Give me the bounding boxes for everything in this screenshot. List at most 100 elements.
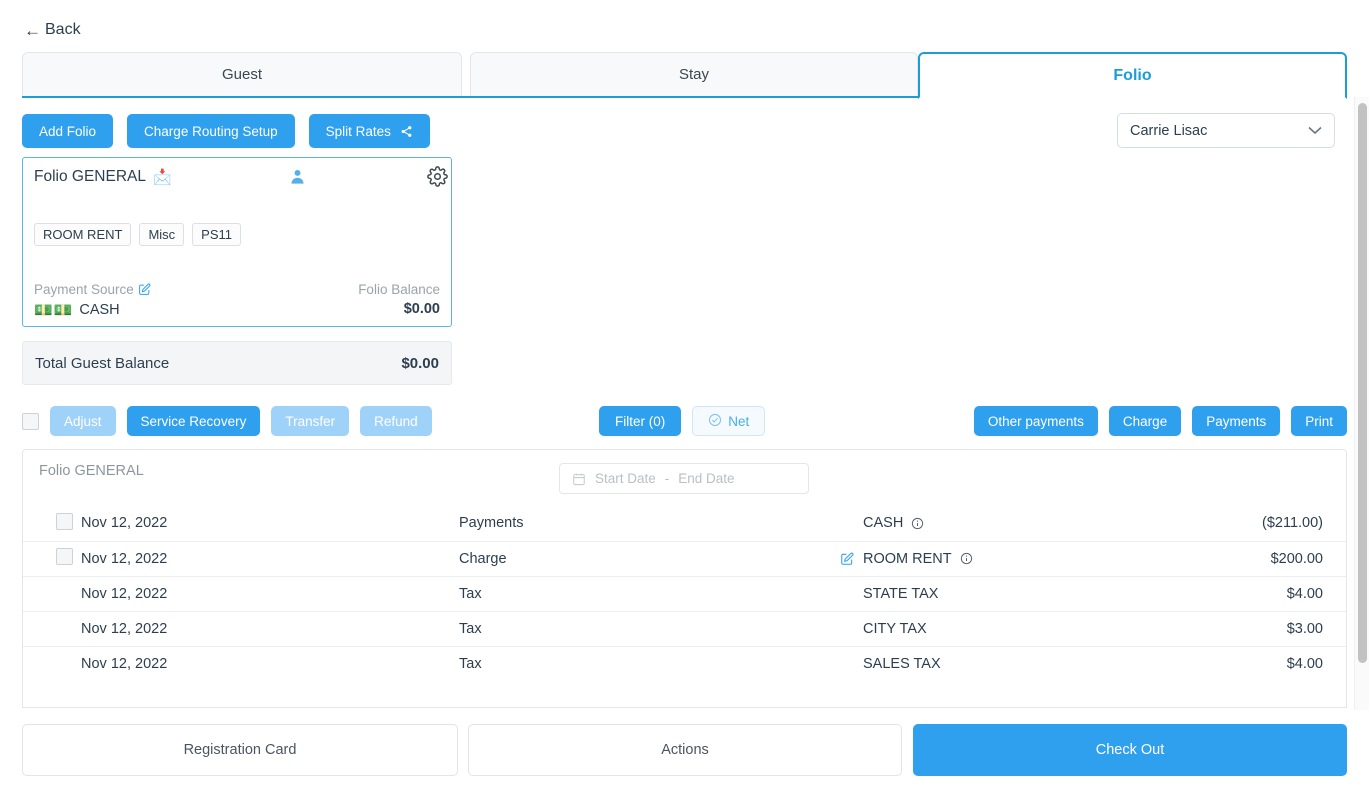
row-checkbox[interactable] — [56, 513, 73, 530]
chevron-down-icon — [1308, 124, 1322, 138]
toolbar-left-group: Adjust Service Recovery Transfer Refund — [22, 406, 432, 436]
service-recovery-label: Service Recovery — [141, 414, 247, 429]
add-folio-label: Add Folio — [39, 124, 96, 139]
adjust-label: Adjust — [64, 414, 102, 429]
folio-card: Folio GENERAL 📩 ROOM RENT Misc PS11 — [22, 157, 452, 327]
check-out-button[interactable]: Check Out — [913, 724, 1347, 776]
table-row[interactable]: Nov 12, 2022 Tax CITY TAX $3.00 — [23, 611, 1347, 646]
row-checkbox-cell — [23, 611, 81, 646]
refund-button[interactable]: Refund — [360, 406, 432, 436]
folio-toolbar: Add Folio Charge Routing Setup Split Rat… — [22, 114, 430, 148]
tab-guest[interactable]: Guest — [22, 52, 462, 97]
row-amount: $4.00 — [1219, 646, 1347, 681]
tab-folio-label: Folio — [1113, 67, 1151, 85]
split-rates-button[interactable]: Split Rates — [309, 114, 430, 148]
folio-card-title: Folio GENERAL 📩 — [34, 168, 172, 186]
envelope-icon[interactable]: 📩 — [153, 170, 172, 185]
page-scrollbar[interactable] — [1354, 97, 1369, 710]
filter-label: Filter (0) — [615, 414, 665, 429]
transaction-panel: Folio GENERAL Start Date - End Date — [22, 449, 1347, 708]
add-folio-button[interactable]: Add Folio — [22, 114, 113, 148]
payment-source-label: Payment Source — [34, 282, 151, 297]
bottom-action-bar: Registration Card Actions Check Out — [0, 710, 1369, 790]
date-range-separator: - — [665, 471, 670, 486]
table-row[interactable]: Nov 12, 2022 Charge ROOM RENT — [23, 541, 1347, 576]
service-recovery-button[interactable]: Service Recovery — [127, 406, 261, 436]
row-amount: $4.00 — [1219, 576, 1347, 611]
folio-balance-value: $0.00 — [404, 301, 440, 317]
other-payments-label: Other payments — [988, 414, 1084, 429]
row-checkbox-cell — [23, 576, 81, 611]
back-bar: ← Back — [0, 0, 1369, 50]
folio-chip-list: ROOM RENT Misc PS11 — [34, 223, 241, 246]
charge-button[interactable]: Charge — [1109, 406, 1181, 436]
tab-bar: Guest Stay Folio — [22, 52, 1347, 98]
adjust-button[interactable]: Adjust — [50, 406, 116, 436]
page-scrollbar-thumb[interactable] — [1358, 103, 1367, 663]
filter-button[interactable]: Filter (0) — [599, 406, 681, 436]
money-icon: 💵💵 — [34, 303, 73, 318]
row-type: Tax — [459, 576, 839, 611]
row-type: Tax — [459, 611, 839, 646]
row-date: Nov 12, 2022 — [81, 506, 459, 541]
row-checkbox-cell — [23, 506, 81, 541]
calendar-icon — [572, 472, 586, 486]
row-date: Nov 12, 2022 — [81, 576, 459, 611]
toolbar-middle-group: Filter (0) Net — [599, 406, 765, 436]
row-date: Nov 12, 2022 — [81, 646, 459, 681]
print-label: Print — [1305, 414, 1333, 429]
row-edit-icon[interactable] — [839, 552, 855, 566]
folio-chip[interactable]: ROOM RENT — [34, 223, 131, 246]
arrow-left-icon: ← — [24, 22, 41, 39]
info-icon[interactable] — [911, 517, 924, 530]
share-icon — [400, 125, 413, 138]
back-button[interactable]: ← Back — [24, 21, 81, 39]
tab-guest-label: Guest — [222, 66, 262, 83]
row-amount: $3.00 — [1219, 611, 1347, 646]
folio-chip[interactable]: PS11 — [192, 223, 241, 246]
total-guest-balance: Total Guest Balance $0.00 — [22, 341, 452, 385]
back-label: Back — [45, 21, 81, 39]
registration-card-button[interactable]: Registration Card — [22, 724, 458, 776]
toolbar-right-group: Other payments Charge Payments Print — [974, 406, 1347, 436]
total-guest-balance-value: $0.00 — [401, 355, 439, 372]
row-description: ROOM RENT — [863, 551, 952, 567]
end-date-input[interactable]: End Date — [678, 471, 734, 486]
row-description: STATE TAX — [863, 586, 938, 602]
print-button[interactable]: Print — [1291, 406, 1347, 436]
tab-folio[interactable]: Folio — [918, 52, 1347, 99]
table-row[interactable]: Nov 12, 2022 Tax STATE TAX $4.00 — [23, 576, 1347, 611]
select-all-checkbox[interactable] — [22, 413, 39, 430]
folio-chip[interactable]: Misc — [139, 223, 184, 246]
net-button[interactable]: Net — [692, 406, 765, 436]
payments-button[interactable]: Payments — [1192, 406, 1280, 436]
gear-icon[interactable] — [427, 166, 448, 192]
row-type: Payments — [459, 506, 839, 541]
registration-card-label: Registration Card — [184, 742, 297, 758]
payments-label: Payments — [1206, 414, 1266, 429]
charge-routing-setup-button[interactable]: Charge Routing Setup — [127, 114, 295, 148]
other-payments-button[interactable]: Other payments — [974, 406, 1098, 436]
transaction-panel-header: Folio GENERAL Start Date - End Date — [23, 450, 1346, 506]
actions-button[interactable]: Actions — [468, 724, 902, 776]
table-row[interactable]: Nov 12, 2022 Tax SALES TAX $4.00 — [23, 646, 1347, 681]
edit-icon[interactable] — [138, 283, 151, 296]
date-range-filter[interactable]: Start Date - End Date — [559, 463, 809, 494]
guest-select[interactable]: Carrie Lisac — [1117, 113, 1335, 148]
charge-routing-setup-label: Charge Routing Setup — [144, 124, 278, 139]
row-checkbox[interactable] — [56, 548, 73, 565]
row-checkbox-cell — [23, 646, 81, 681]
start-date-input[interactable]: Start Date — [595, 471, 656, 486]
tab-stay[interactable]: Stay — [470, 52, 918, 97]
actions-label: Actions — [661, 742, 709, 758]
row-date: Nov 12, 2022 — [81, 611, 459, 646]
table-row[interactable]: Nov 12, 2022 Payments CASH — [23, 506, 1347, 541]
row-description: CASH — [863, 515, 903, 531]
row-amount: $200.00 — [1219, 541, 1347, 576]
person-icon — [289, 167, 306, 190]
info-icon[interactable] — [960, 552, 973, 565]
row-date: Nov 12, 2022 — [81, 541, 459, 576]
transfer-button[interactable]: Transfer — [271, 406, 349, 436]
total-guest-balance-label: Total Guest Balance — [35, 355, 169, 372]
row-description-cell: ROOM RENT — [839, 541, 1219, 576]
